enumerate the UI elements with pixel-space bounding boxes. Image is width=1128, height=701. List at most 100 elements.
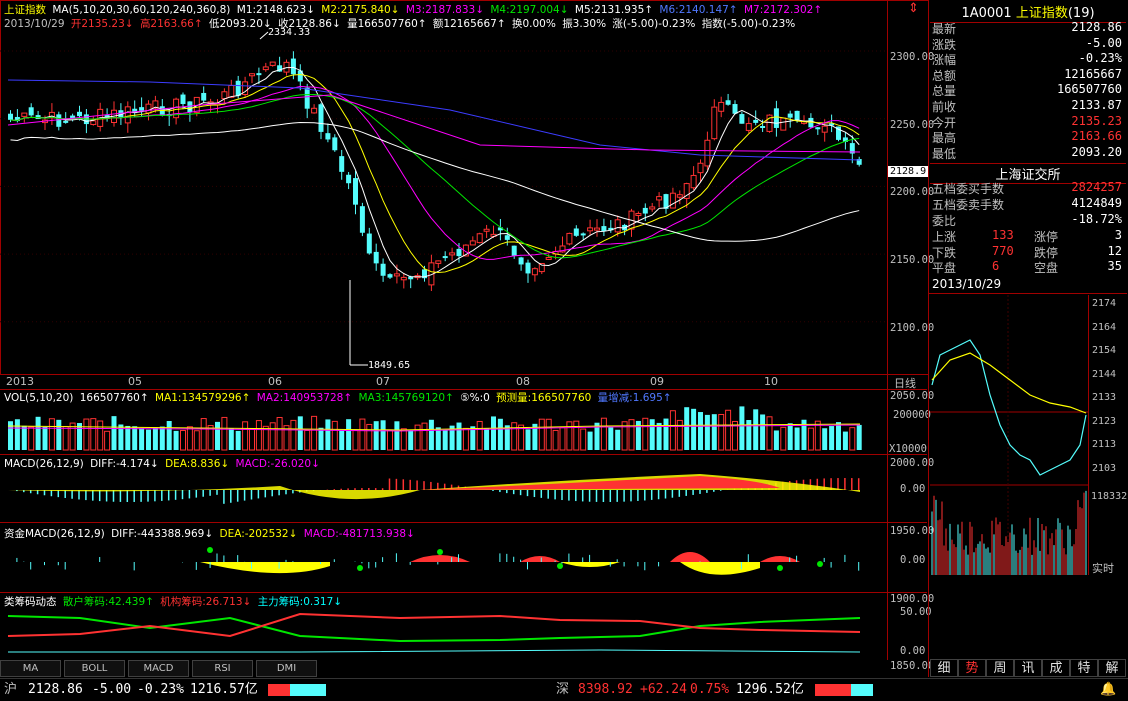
sh-price[interactable]: 2128.86 bbox=[28, 679, 83, 701]
realtime-label[interactable]: 实时 bbox=[1092, 560, 1114, 576]
quote-row: 涨幅 -0.23% bbox=[930, 51, 1126, 68]
high-annotation: 2334.33 bbox=[268, 27, 311, 38]
chip-chart[interactable] bbox=[0, 606, 887, 658]
ohlc-vol: 量166507760↑ bbox=[347, 18, 427, 30]
low-annotation: 1849.65 bbox=[368, 360, 411, 371]
intraday-tick: 2174 bbox=[1092, 298, 1117, 309]
ohlc-open: 开2135.23↓ bbox=[70, 18, 134, 30]
order-value: 2824257 bbox=[1071, 180, 1122, 194]
ma-header: 上证指数 MA(5,10,20,30,60,120,240,360,8) M1:… bbox=[4, 2, 825, 17]
sh-breadth-bar bbox=[268, 684, 326, 696]
nav-detail[interactable]: 细 bbox=[930, 659, 958, 677]
quote-key: 总量 bbox=[932, 84, 957, 99]
intraday-tick: 2123 bbox=[1092, 415, 1117, 427]
quote-row: 最高 2163.66 bbox=[930, 129, 1126, 145]
candlestick-chart[interactable] bbox=[0, 30, 887, 375]
quote-value: 166507760 bbox=[1056, 82, 1122, 97]
order-value: 4124849 bbox=[1071, 196, 1122, 210]
nav-news[interactable]: 讯 bbox=[1014, 659, 1042, 677]
month-tick: 2013 bbox=[6, 375, 34, 388]
index-title[interactable]: 上证指数 bbox=[4, 4, 46, 16]
quote-row: 总额 12165667 bbox=[930, 66, 1126, 83]
breadth-value: 770 bbox=[992, 243, 1014, 258]
quote-row: 总量 166507760 bbox=[930, 82, 1126, 99]
intraday-tick: 2133 bbox=[1092, 392, 1117, 403]
ma-value-1: M1:2148.623↓ bbox=[236, 4, 315, 16]
ohlc-index: 指数(-5.00)-0.23% bbox=[701, 18, 796, 30]
nav-special[interactable]: 特 bbox=[1070, 659, 1098, 677]
bell-icon[interactable]: 🔔 bbox=[1100, 679, 1116, 701]
quote-value: 12165667 bbox=[1064, 66, 1122, 81]
period-label[interactable]: 日线 bbox=[894, 375, 916, 391]
macd-dea: DEA:8.836↓ bbox=[165, 458, 230, 470]
ohlc-low: 低2093.20↓ bbox=[209, 18, 272, 30]
breadth-row: 平盘 6 空盘 35 bbox=[930, 259, 1126, 275]
quote-key: 涨幅 bbox=[932, 53, 957, 68]
breadth-key: 涨停 bbox=[1034, 230, 1059, 244]
sz-pct: 0.75% bbox=[690, 682, 730, 697]
intraday-vol-top: 118332 bbox=[1091, 491, 1128, 502]
ohlc-turnover: 换0.00% bbox=[511, 18, 556, 30]
breadth-key: 跌停 bbox=[1034, 245, 1059, 260]
nav-deals[interactable]: 成 bbox=[1042, 659, 1070, 677]
breadth-value: 133 bbox=[992, 228, 1014, 242]
quote-row: 最低 2093.20 bbox=[930, 144, 1126, 161]
macd-diff: DIFF:-4.174↓ bbox=[90, 458, 159, 470]
intraday-tick: 2103 bbox=[1092, 462, 1117, 474]
quote-key: 涨跌 bbox=[932, 37, 957, 52]
ma-params: MA(5,10,20,30,60,120,240,360,8) bbox=[52, 4, 231, 16]
tab-dmi[interactable]: DMI bbox=[256, 660, 317, 677]
intraday-tick: 2113 bbox=[1092, 439, 1117, 450]
macd-params: MACD(26,12,9) bbox=[4, 458, 84, 470]
breadth-value: 12 bbox=[1107, 243, 1122, 258]
quote-row: 前收 2133.87 bbox=[930, 98, 1126, 114]
ma-value-4: M4:2197.004↓ bbox=[490, 4, 569, 16]
order-row: 五档委买手数 2824257 bbox=[930, 180, 1126, 196]
breadth-value: 3 bbox=[1114, 228, 1122, 242]
tab-macd[interactable]: MACD bbox=[128, 660, 189, 677]
quote-row: 最新 2128.86 bbox=[930, 20, 1126, 36]
ma-value-3: M3:2187.833↓ bbox=[405, 4, 485, 16]
macd-chart[interactable] bbox=[0, 470, 887, 520]
intraday-tick: 2164 bbox=[1092, 321, 1117, 333]
order-value: -18.72% bbox=[1071, 212, 1122, 226]
order-key: 五档委卖手数 bbox=[932, 198, 1005, 212]
ohlc-amount: 额12165667↑ bbox=[432, 18, 506, 30]
fund-macd-chart[interactable] bbox=[0, 538, 887, 590]
quote-value: -0.23% bbox=[1078, 51, 1122, 66]
nav-explain[interactable]: 解 bbox=[1098, 659, 1126, 677]
intraday-chart[interactable] bbox=[930, 295, 1088, 575]
volume-chart[interactable] bbox=[0, 402, 887, 454]
month-tick: 05 bbox=[128, 375, 142, 388]
quote-value: 2133.87 bbox=[1071, 98, 1122, 112]
tab-rsi[interactable]: RSI bbox=[192, 660, 253, 677]
scroll-arrow-icon[interactable]: ⇕ bbox=[908, 1, 919, 16]
side-nav: 细 势 周 讯 成 特 解 bbox=[930, 659, 1126, 677]
ma-value-2: M2:2175.840↓ bbox=[321, 4, 400, 16]
sz-price[interactable]: 8398.92 bbox=[578, 679, 633, 701]
intraday-tick: 2154 bbox=[1092, 345, 1117, 356]
quote-key: 最新 bbox=[932, 22, 957, 36]
month-tick: 06 bbox=[268, 375, 282, 388]
tab-ma[interactable]: MA bbox=[0, 660, 61, 677]
macd-header: MACD(26,12,9) DIFF:-4.174↓ DEA:8.836↓ MA… bbox=[4, 458, 323, 470]
nav-weekly[interactable]: 周 bbox=[986, 659, 1014, 677]
sz-change: +62.24 bbox=[640, 682, 687, 697]
chip-axis-bottom: 0.00 bbox=[900, 645, 926, 657]
quote-value: 2093.20 bbox=[1071, 144, 1122, 159]
stock-name: 上证指数 bbox=[1015, 6, 1068, 21]
ma-value-5: M5:2131.935↑ bbox=[574, 4, 654, 16]
fund-macd-axis-zero: 0.00 bbox=[900, 554, 926, 566]
month-tick: 08 bbox=[516, 375, 530, 388]
month-tick: 10 bbox=[764, 375, 778, 388]
quote-row: 今开 2135.23 bbox=[930, 114, 1126, 130]
stock-code: 1A0001 bbox=[961, 6, 1012, 21]
quote-key: 最低 bbox=[932, 146, 957, 161]
tab-boll[interactable]: BOLL bbox=[64, 660, 125, 677]
sz-breadth-bar bbox=[815, 684, 873, 696]
ohlc-amplitude: 振3.30% bbox=[562, 18, 607, 30]
nav-trend[interactable]: 势 bbox=[958, 659, 986, 677]
quote-key: 总额 bbox=[932, 68, 957, 83]
status-bar: 沪 2128.86 -5.00 -0.23% 1216.57亿 深 8398.9… bbox=[0, 678, 1128, 701]
ohlc-line: 2013/10/29 开2135.23↓ 高2163.66↑ 低2093.20↓… bbox=[4, 16, 798, 31]
